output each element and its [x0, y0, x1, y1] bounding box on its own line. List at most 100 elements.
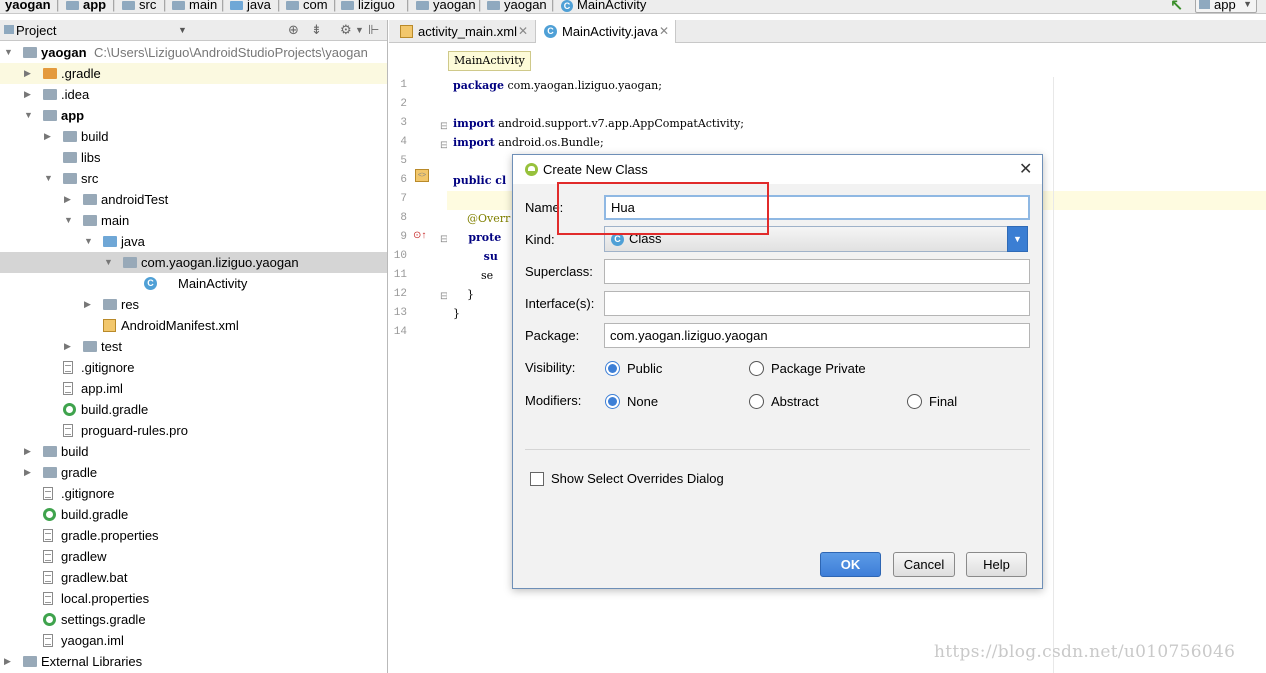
tree-item[interactable]: build.gradle — [0, 504, 387, 525]
chevron-down-icon[interactable]: ▼ — [4, 42, 13, 63]
tree-item[interactable]: .gitignore — [0, 483, 387, 504]
modifiers-none-radio[interactable] — [605, 394, 620, 409]
build-hammer-icon[interactable]: ↖ — [1170, 0, 1183, 16]
tree-item[interactable]: ▶ test — [0, 336, 387, 357]
folder-icon — [122, 1, 135, 11]
folder-icon — [43, 89, 57, 100]
chevron-right-icon[interactable]: ▶ — [4, 651, 11, 672]
tree-item[interactable]: ▶ res — [0, 294, 387, 315]
chevron-down-icon[interactable]: ▼ — [64, 210, 73, 231]
project-icon — [4, 25, 14, 34]
tree-item[interactable]: ▶ gradle — [0, 462, 387, 483]
tree-item[interactable]: .gitignore — [0, 357, 387, 378]
chevron-down-icon[interactable]: ▼ — [355, 25, 364, 35]
tree-item[interactable]: local.properties — [0, 588, 387, 609]
breadcrumb-item-yaogan-pkg[interactable]: liziguo — [341, 0, 395, 12]
chevron-right-icon[interactable]: ▶ — [24, 63, 31, 84]
tree-item[interactable]: ▶ build — [0, 441, 387, 462]
cancel-button[interactable]: Cancel — [893, 552, 955, 577]
package-input[interactable]: com.yaogan.liziguo.yaogan — [604, 323, 1030, 348]
file-icon — [63, 361, 73, 374]
tree-item[interactable]: settings.gradle — [0, 609, 387, 630]
tab-activity-main-xml[interactable]: activity_main.xml ✕ — [392, 20, 534, 43]
modifiers-none-label[interactable]: None — [627, 394, 658, 409]
annotation-highlight-box — [557, 182, 769, 235]
android-studio-logo-icon — [525, 163, 538, 176]
chevron-right-icon[interactable]: ▶ — [24, 84, 31, 105]
chevron-right-icon[interactable]: ▶ — [64, 336, 71, 357]
chevron-down-icon[interactable]: ▼ — [24, 105, 33, 126]
chevron-down-icon[interactable]: ▼ — [44, 168, 53, 189]
gear-icon[interactable]: ⚙ — [340, 22, 352, 38]
override-method-icon[interactable]: ⊙↑ — [413, 230, 426, 241]
project-view-selector[interactable]: Project — [16, 23, 56, 38]
chevron-down-icon[interactable]: ▼ — [1007, 226, 1028, 252]
tree-item[interactable]: proguard-rules.pro — [0, 420, 387, 441]
tree-item[interactable]: ▶ androidTest — [0, 189, 387, 210]
show-overrides-checkbox[interactable] — [530, 472, 544, 486]
tree-item[interactable]: ▶ .idea — [0, 84, 387, 105]
breadcrumb-item-liziguo[interactable]: yaogan — [416, 0, 476, 12]
tree-item[interactable]: ▼ yaogan C:\Users\Liziguo\AndroidStudioPro… — [0, 42, 387, 63]
close-icon[interactable]: ✕ — [1019, 159, 1032, 179]
breadcrumb-item-mainactivity[interactable]: C MainActivity — [561, 0, 646, 12]
file-icon — [43, 592, 53, 605]
breadcrumb-item-com[interactable]: com — [286, 0, 328, 12]
visibility-package-private-label[interactable]: Package Private — [771, 361, 866, 376]
modifiers-abstract-radio[interactable] — [749, 394, 764, 409]
tree-item[interactable]: app.iml — [0, 378, 387, 399]
chevron-down-icon[interactable]: ▼ — [104, 252, 113, 273]
breadcrumb-item-main[interactable]: main — [172, 0, 217, 12]
tree-item[interactable]: ▶ .gradle — [0, 63, 387, 84]
chevron-right-icon[interactable]: ▶ — [24, 462, 31, 483]
editor-context-breadcrumb[interactable]: MainActivity — [448, 51, 531, 71]
tree-item[interactable]: ▼ com.yaogan.liziguo.yaogan — [0, 252, 387, 273]
chevron-right-icon[interactable]: ▶ — [44, 126, 51, 147]
tree-item[interactable]: ▼ src — [0, 168, 387, 189]
tree-item[interactable]: ▶ External Libraries — [0, 651, 387, 672]
tree-item-label: gradlew — [61, 549, 107, 564]
superclass-input[interactable] — [604, 259, 1030, 284]
tree-item[interactable]: gradlew — [0, 546, 387, 567]
modifiers-final-label[interactable]: Final — [929, 394, 957, 409]
breadcrumb-item-java[interactable]: java — [230, 0, 271, 12]
tab-mainactivity-java[interactable]: C MainActivity.java ✕ — [535, 20, 676, 43]
interfaces-input[interactable] — [604, 291, 1030, 316]
visibility-public-radio[interactable] — [605, 361, 620, 376]
tree-item[interactable]: libs — [0, 147, 387, 168]
tree-item[interactable]: build.gradle — [0, 399, 387, 420]
tree-item[interactable]: ▼ main — [0, 210, 387, 231]
visibility-public-label[interactable]: Public — [627, 361, 662, 376]
chevron-down-icon[interactable]: ▼ — [178, 25, 187, 35]
tree-item[interactable]: C MainActivity — [0, 273, 387, 294]
breadcrumb-item-yaogan-sub[interactable]: yaogan — [487, 0, 547, 12]
breadcrumb-item-src[interactable]: src — [122, 0, 156, 12]
tree-item[interactable]: gradlew.bat — [0, 567, 387, 588]
show-overrides-label[interactable]: Show Select Overrides Dialog — [551, 471, 724, 486]
tree-item[interactable]: AndroidManifest.xml — [0, 315, 387, 336]
visibility-package-private-radio[interactable] — [749, 361, 764, 376]
collapse-all-icon[interactable]: ⇟ — [311, 22, 322, 38]
chevron-down-icon[interactable]: ▼ — [84, 231, 93, 252]
chevron-right-icon[interactable]: ▶ — [84, 294, 91, 315]
breadcrumb-item-app[interactable]: app — [66, 0, 106, 12]
tree-item[interactable]: ▶ build — [0, 126, 387, 147]
layout-xml-gutter-icon[interactable]: <> — [415, 169, 429, 182]
tree-item[interactable]: gradle.properties — [0, 525, 387, 546]
tree-item-label: .gradle — [61, 66, 101, 81]
run-configuration-select[interactable]: app ▼ — [1195, 0, 1257, 13]
chevron-right-icon[interactable]: ▶ — [64, 189, 71, 210]
breadcrumb-item-yaogan[interactable]: yaogan — [5, 0, 51, 12]
ok-button[interactable]: OK — [820, 552, 881, 577]
modifiers-abstract-label[interactable]: Abstract — [771, 394, 819, 409]
modifiers-final-radio[interactable] — [907, 394, 922, 409]
tree-item[interactable]: ▼ app — [0, 105, 387, 126]
tree-item[interactable]: yaogan.iml — [0, 630, 387, 651]
tree-item[interactable]: ▼ java — [0, 231, 387, 252]
hide-panel-icon[interactable]: ⊩ — [368, 22, 379, 38]
chevron-right-icon[interactable]: ▶ — [24, 441, 31, 462]
close-icon[interactable]: ✕ — [659, 20, 669, 43]
close-icon[interactable]: ✕ — [518, 20, 528, 43]
help-button[interactable]: Help — [966, 552, 1027, 577]
scroll-from-source-icon[interactable]: ⊕ — [288, 22, 299, 38]
